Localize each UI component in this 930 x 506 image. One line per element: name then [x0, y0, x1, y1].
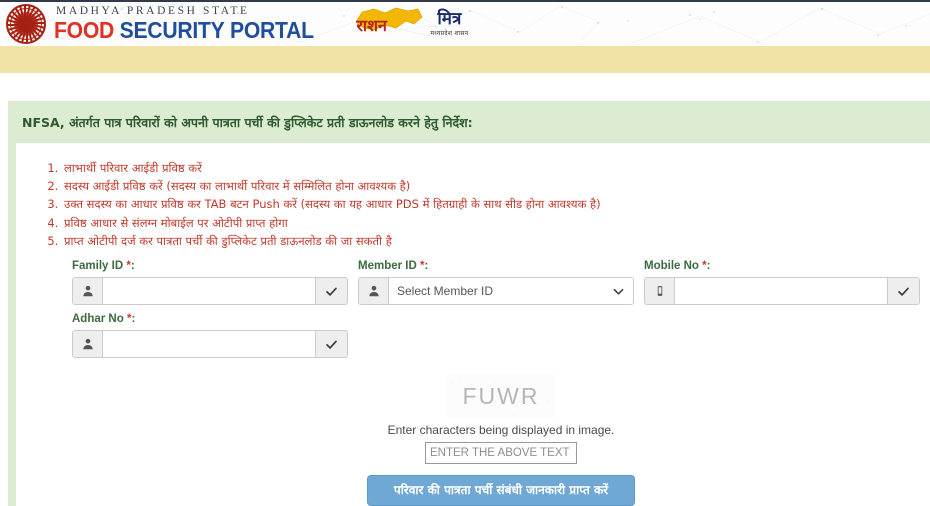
input-group-member-id: Select Member ID [358, 277, 634, 306]
label-family-id-text: Family ID [72, 260, 127, 273]
captcha-image: FUWR [447, 374, 555, 419]
label-adhar-no: Adhar No *: [72, 313, 364, 325]
label-family-id: Family ID *: [72, 260, 358, 272]
list-item: प्राप्त ओटीपी दर्ज कर पात्रता पर्ची की ड… [62, 232, 930, 250]
field-adhar-no: Adhar No *: [72, 313, 364, 359]
label-mobile-no-text: Mobile No [644, 260, 703, 273]
instructions-panel: NFSA, अंतर्गत पात्र परिवारों को अपनी पात… [8, 101, 930, 506]
member-id-select[interactable]: Select Member ID [389, 278, 603, 305]
field-family-id: Family ID *: [72, 260, 358, 306]
label-colon: : [131, 313, 136, 326]
content-spacer [0, 73, 930, 101]
site-brand: MADHYA PRADESH STATE FOOD SECURITY PORTA… [54, 4, 336, 43]
form-row-2: Adhar No *: [72, 313, 930, 359]
list-item: उक्त सदस्य का आधार प्रविष्ठ कर TAB बटन P… [62, 195, 930, 213]
ration-mitra-logo: राशन मित्र मध्यप्रदेश शासन [352, 3, 468, 45]
label-mobile-no: Mobile No *: [644, 260, 930, 272]
label-colon: : [424, 260, 429, 273]
captcha-hint-text: Enter characters being displayed in imag… [387, 423, 615, 438]
family-id-input[interactable] [103, 278, 315, 305]
panel-heading-text: NFSA, अंतर्गत पात्र परिवारों को अपनी पात… [22, 114, 473, 130]
check-icon[interactable] [887, 278, 919, 305]
ration-word: राशन [356, 16, 387, 35]
user-icon [73, 331, 103, 358]
list-item: सदस्य आईडी प्रविष्ठ करें (सदस्य का लाभार… [62, 177, 930, 195]
site-header: MP MADHYA PRADESH STATE FOOD SECURITY PO… [0, 0, 930, 46]
panel-header: NFSA, अंतर्गत पात्र परिवारों को अपनी पात… [8, 101, 930, 143]
captcha-input[interactable] [425, 442, 577, 465]
label-member-id-text: Member ID [358, 260, 420, 273]
brand-word-portal: PORTAL [230, 17, 314, 44]
input-group-family-id [72, 277, 348, 306]
input-group-mobile-no [644, 277, 920, 306]
mobile-icon [645, 278, 675, 305]
field-mobile-no: Mobile No *: [644, 260, 930, 306]
list-item: लाभार्थी परिवार आईडी प्रविष्ठ करें [62, 159, 930, 177]
mitra-subtitle: मध्यप्रदेश शासन [430, 30, 469, 37]
instructions-list: लाभार्थी परिवार आईडी प्रविष्ठ करें सदस्य… [16, 159, 930, 250]
user-icon [359, 278, 389, 305]
check-icon[interactable] [315, 278, 347, 305]
brand-word-security: SECURITY [119, 17, 225, 44]
brand-title: FOOD SECURITY PORTAL [54, 19, 314, 42]
eligibility-form: Family ID *: Member ID *: Select Member … [16, 250, 930, 506]
check-icon[interactable] [315, 331, 347, 358]
captcha-text: FUWR [462, 382, 540, 409]
header-accent-band [0, 46, 930, 73]
list-item: प्रविष्ठ आधार से संलग्न मोबाईल पर ओटीपी … [62, 214, 930, 232]
get-eligibility-info-button[interactable]: परिवार की पात्रता पर्ची संबंधी जानकारी प… [366, 475, 636, 506]
submit-row: परिवार की पात्रता पर्ची संबंधी जानकारी प… [72, 475, 930, 506]
input-group-adhar-no [72, 330, 348, 359]
user-icon [73, 278, 103, 305]
field-member-id: Member ID *: Select Member ID [358, 260, 644, 306]
label-colon: : [130, 260, 135, 273]
label-adhar-no-text: Adhar No [72, 313, 127, 326]
adhar-no-input[interactable] [103, 331, 315, 358]
mobile-no-input[interactable] [675, 278, 887, 305]
mp-government-emblem-icon: MP [6, 4, 46, 44]
label-colon: : [706, 260, 711, 273]
brand-word-food: FOOD [54, 17, 115, 44]
brand-state-line: MADHYA PRADESH STATE [56, 4, 250, 17]
form-row-1: Family ID *: Member ID *: Select Member … [72, 260, 930, 306]
panel-body: लाभार्थी परिवार आईडी प्रविष्ठ करें सदस्य… [16, 143, 930, 506]
captcha-section: FUWR Enter characters being displayed in… [72, 374, 930, 465]
chevron-down-icon[interactable] [603, 278, 633, 305]
mitra-word: मित्र [437, 9, 462, 29]
label-member-id: Member ID *: [358, 260, 644, 272]
